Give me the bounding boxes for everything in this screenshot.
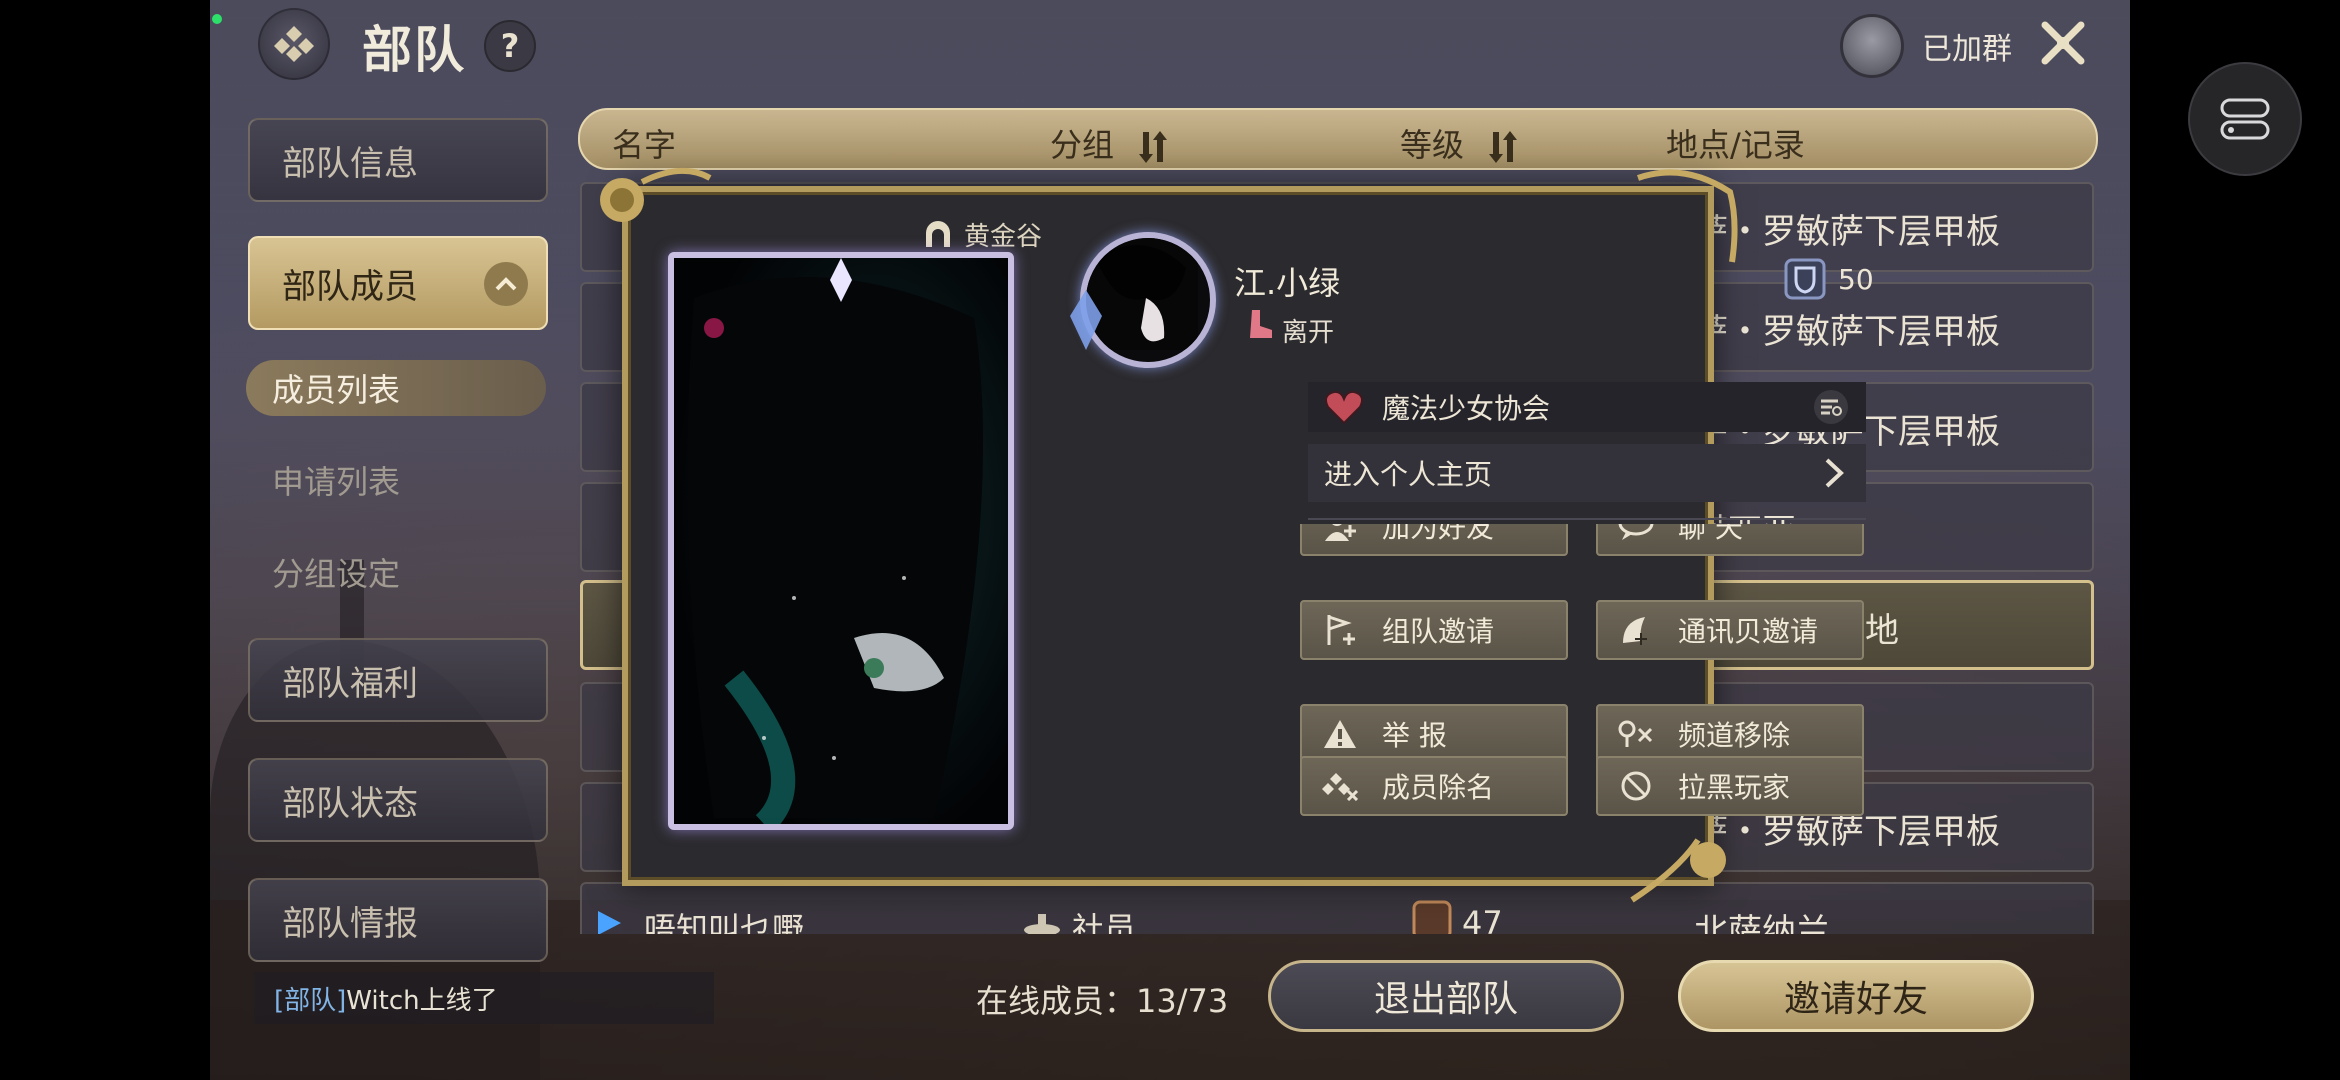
nav-label: 部队情报 (282, 903, 418, 944)
fc-emblem-icon[interactable] (258, 8, 330, 80)
nav-fc-members[interactable]: 部队成员 (248, 236, 548, 330)
row-level: 47 (1462, 904, 1503, 934)
action-label: 举 报 (1382, 719, 1447, 752)
report-button[interactable]: 举 报 (1300, 704, 1568, 764)
col-group-label: 分组 (1050, 126, 1115, 164)
status-dot (212, 14, 222, 24)
ornament-corner (1637, 169, 1738, 263)
channel-remove-button[interactable]: 频道移除 (1596, 704, 1864, 764)
member-rank-icon (1024, 914, 1060, 934)
action-label: 加为好友 (1382, 524, 1495, 544)
col-level[interactable]: 等级 (1400, 120, 1518, 166)
nav-label: 部队福利 (282, 663, 418, 704)
character-portrait (668, 252, 1014, 830)
player-level: 50 (1784, 258, 1874, 300)
col-group[interactable]: 分组 (1050, 120, 1168, 166)
nav-label: 部队状态 (282, 783, 418, 824)
chat-button[interactable]: 聊 天 (1596, 524, 1864, 556)
ornament-corner (1630, 838, 1726, 903)
row-group: 社员 (1072, 910, 1137, 934)
play-icon (598, 911, 621, 934)
nav-fc-info[interactable]: 部队信息 (248, 118, 548, 202)
action-label: 拉黑玩家 (1678, 771, 1791, 804)
help-button[interactable]: ? (484, 20, 536, 72)
player-name: 江.小绿 (1234, 264, 1341, 302)
party-invite-icon (1320, 610, 1360, 650)
add-friend-icon (1320, 524, 1360, 546)
blacklist-button[interactable]: 拉黑玩家 (1596, 756, 1864, 816)
profile-link-label: 进入个人主页 (1324, 458, 1493, 491)
crystal-ornament-icon (1070, 290, 1102, 350)
linkshell-invite-button[interactable]: 通讯贝邀请 (1596, 600, 1864, 660)
heart-icon (1325, 390, 1363, 425)
character-portrait-image (674, 258, 1008, 824)
nav-fc-status[interactable]: 部队状态 (248, 758, 548, 842)
chat-message: Witch上线了 (346, 985, 498, 1016)
sub-application-list[interactable]: 申请列表 (246, 452, 546, 508)
party-invite-button[interactable]: 组队邀请 (1300, 600, 1568, 660)
table-row-partial-clip: 唔知叫乜嘢 社员 47 北萨纳兰 (580, 882, 2094, 934)
nav-label: 部队成员 (282, 266, 418, 307)
job-shield-icon (1784, 258, 1826, 300)
invite-friend-button[interactable]: 邀请好友 (1678, 960, 2034, 1032)
chat-icon (1616, 524, 1656, 546)
nav-fc-benefits[interactable]: 部队福利 (248, 638, 548, 722)
page-title: 部队 (362, 20, 466, 79)
floating-toolbar-button[interactable] (2188, 62, 2302, 176)
block-icon (1616, 766, 1656, 806)
toolbar-toggle-icon (2220, 98, 2270, 140)
linkshell-invite-icon (1616, 610, 1656, 650)
profile-link[interactable]: 进入个人主页 (1308, 444, 1866, 502)
sub-member-list[interactable]: 成员列表 (246, 360, 546, 416)
warning-icon (1320, 714, 1360, 754)
player-level-value: 50 (1838, 262, 1874, 296)
leave-fc-button[interactable]: 退出部队 (1268, 960, 1624, 1032)
action-label: 频道移除 (1678, 719, 1791, 752)
divider (1308, 518, 1866, 520)
table-row[interactable]: 唔知叫乜嘢 社员 47 北萨纳兰 (580, 882, 2094, 934)
remove-member-button[interactable]: 成员除名 (1300, 756, 1568, 816)
action-label: 组队邀请 (1382, 615, 1495, 648)
close-icon[interactable] (2032, 12, 2094, 74)
chat-channel-tag: [部队] (274, 985, 347, 1016)
chevron-right-icon (1825, 458, 1844, 488)
chat-log-strip[interactable]: [部队] Witch上线了 (254, 972, 714, 1024)
col-level-label: 等级 (1400, 126, 1465, 164)
action-label: 通讯贝邀请 (1678, 615, 1819, 648)
away-status-icon (1250, 310, 1272, 338)
action-label: 成员除名 (1382, 771, 1495, 804)
stage: 部队 ? 已加群 部队信息 部队成员 成员列表 申请列表 分组设定 部队福利 部… (210, 0, 2130, 1080)
action-grid: 加为好友 聊 天 组队邀请 通讯贝邀请 举 报 频道移除 成员除名 拉黑玩家 (1300, 524, 1880, 824)
sub-group-settings[interactable]: 分组设定 (246, 544, 546, 600)
free-company-name: 魔法少女协会 (1382, 392, 1551, 425)
location-tag-label: 黄金谷 (964, 222, 1043, 252)
details-icon[interactable] (1812, 388, 1850, 426)
table-header: 名字 分组 等级 地点/记录 (578, 108, 2098, 170)
row-location: 萨・罗敏萨下层甲板 (1694, 312, 2000, 352)
sort-icon (1489, 131, 1518, 163)
add-friend-button[interactable]: 加为好友 (1300, 524, 1568, 556)
player-status: 离开 (1282, 318, 1335, 348)
nav-label: 部队信息 (282, 143, 418, 184)
free-company-row: 魔法少女协会 (1308, 382, 1866, 432)
chevron-up-icon (484, 262, 528, 306)
fc-remove-icon (1320, 766, 1360, 806)
group-status[interactable]: 已加群 (1840, 14, 2012, 78)
channel-remove-icon (1616, 714, 1656, 754)
home-icon (926, 220, 950, 247)
location-tag: 黄金谷 (922, 216, 1042, 253)
col-name[interactable]: 名字 (612, 120, 676, 166)
row-name: 唔知叫乜嘢 (644, 910, 805, 934)
avatar-icon (1840, 14, 1904, 78)
job-icon (1412, 900, 1452, 934)
action-label: 聊 天 (1678, 524, 1743, 544)
online-members-count: 在线成员：13/73 (976, 982, 1229, 1020)
col-location: 地点/记录 (1666, 126, 1805, 164)
nav-fc-intel[interactable]: 部队情报 (248, 878, 548, 962)
sort-icon (1139, 131, 1168, 163)
group-label: 已加群 (1922, 32, 2012, 67)
